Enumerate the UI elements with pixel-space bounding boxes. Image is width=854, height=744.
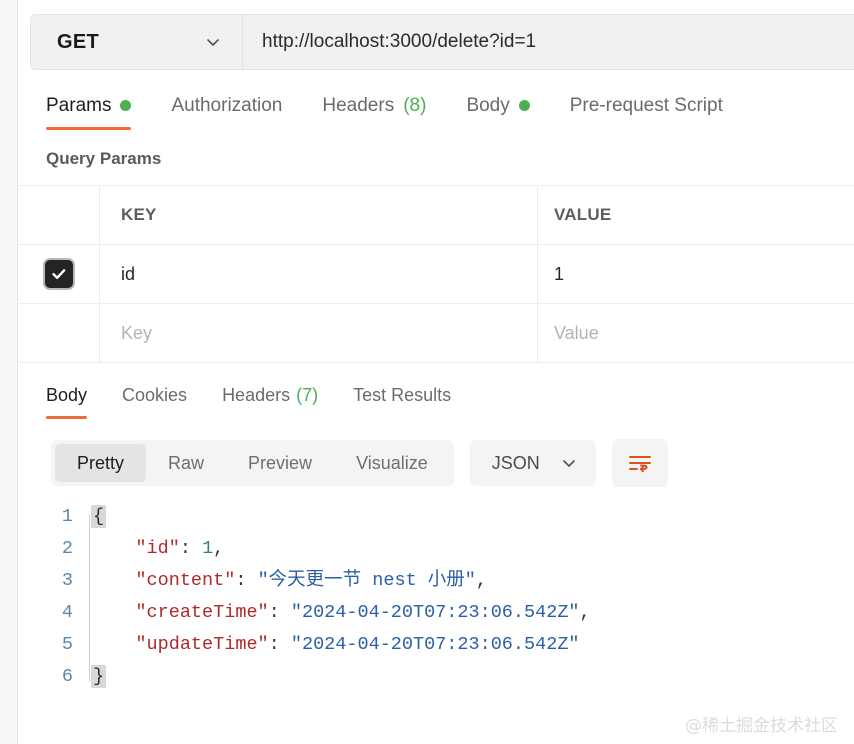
line-number: 4 bbox=[19, 597, 91, 629]
request-tabs: Params Authorization Headers (8) Body Pr… bbox=[46, 88, 854, 132]
response-format-select[interactable]: JSON bbox=[470, 440, 596, 486]
main-panel: GET http://localhost:3000/delete?id=1 Pa… bbox=[19, 0, 854, 744]
code-line: 2 "id": 1, bbox=[19, 533, 854, 565]
word-wrap-icon bbox=[627, 452, 653, 474]
response-tab-headers-label: Headers bbox=[222, 385, 290, 406]
word-wrap-button[interactable] bbox=[612, 439, 668, 487]
line-number: 5 bbox=[19, 629, 91, 661]
row-check-cell bbox=[19, 245, 100, 303]
json-colon: : bbox=[180, 538, 202, 559]
code-line: 4 "createTime": "2024-04-20T07:23:06.542… bbox=[19, 597, 854, 629]
response-tab-cookies[interactable]: Cookies bbox=[122, 379, 187, 421]
new-param-key-input[interactable]: Key bbox=[100, 304, 538, 362]
tab-headers[interactable]: Headers (8) bbox=[322, 88, 426, 132]
close-brace: } bbox=[91, 665, 106, 688]
json-colon: : bbox=[235, 570, 257, 591]
response-tab-headers[interactable]: Headers (7) bbox=[222, 379, 318, 421]
response-tab-headers-count: (7) bbox=[296, 385, 318, 406]
param-enabled-checkbox[interactable] bbox=[45, 260, 73, 288]
code-line-content: { bbox=[91, 501, 854, 533]
code-line: 1 { bbox=[19, 501, 854, 533]
json-colon: : bbox=[269, 602, 291, 623]
body-modified-dot-icon bbox=[519, 100, 530, 111]
json-string-value: "2024-04-20T07:23:06.542Z" bbox=[291, 634, 580, 655]
param-value-input[interactable]: 1 bbox=[538, 245, 854, 303]
response-tabs: Body Cookies Headers (7) Test Results bbox=[46, 379, 854, 421]
tab-pre-request-script[interactable]: Pre-request Script bbox=[570, 88, 723, 132]
response-tab-test-results-label: Test Results bbox=[353, 385, 451, 406]
indent-guide bbox=[89, 515, 90, 681]
tab-params[interactable]: Params bbox=[46, 88, 131, 132]
line-number: 3 bbox=[19, 565, 91, 597]
json-key: "id" bbox=[135, 538, 179, 559]
line-number: 2 bbox=[19, 533, 91, 565]
chevron-down-icon bbox=[560, 454, 578, 472]
response-tab-test-results[interactable]: Test Results bbox=[353, 379, 451, 421]
tab-headers-count: (8) bbox=[403, 95, 426, 117]
line-number: 6 bbox=[19, 661, 91, 693]
view-mode-raw[interactable]: Raw bbox=[146, 444, 226, 482]
url-bar: GET http://localhost:3000/delete?id=1 bbox=[30, 14, 854, 70]
response-tab-body-label: Body bbox=[46, 385, 87, 406]
code-line: 3 "content": "今天更一节 nest 小册", bbox=[19, 565, 854, 597]
left-edge-strip bbox=[0, 0, 18, 744]
response-tab-cookies-label: Cookies bbox=[122, 385, 187, 406]
query-params-title: Query Params bbox=[46, 149, 854, 169]
param-key-input[interactable]: id bbox=[100, 245, 538, 303]
json-key: "updateTime" bbox=[135, 634, 268, 655]
query-params-table: KEY VALUE id 1 Key Value bbox=[19, 185, 854, 363]
code-line-content: "updateTime": "2024-04-20T07:23:06.542Z" bbox=[91, 629, 854, 661]
json-key: "content" bbox=[135, 570, 235, 591]
params-modified-dot-icon bbox=[120, 100, 131, 111]
code-line-content: "createTime": "2024-04-20T07:23:06.542Z"… bbox=[91, 597, 854, 629]
empty-row-check-cell bbox=[19, 304, 100, 362]
json-comma: , bbox=[580, 602, 591, 623]
code-line: 5 "updateTime": "2024-04-20T07:23:06.542… bbox=[19, 629, 854, 661]
line-number: 1 bbox=[19, 501, 91, 533]
tab-pre-request-script-label: Pre-request Script bbox=[570, 95, 723, 117]
json-key: "createTime" bbox=[135, 602, 268, 623]
json-string-value: "今天更一节 nest 小册" bbox=[258, 570, 476, 591]
view-mode-visualize[interactable]: Visualize bbox=[334, 444, 450, 482]
new-param-value-input[interactable]: Value bbox=[538, 304, 854, 362]
tab-authorization-label: Authorization bbox=[171, 95, 282, 117]
check-icon bbox=[50, 265, 68, 283]
table-row-empty: Key Value bbox=[19, 304, 854, 362]
response-format-label: JSON bbox=[492, 453, 540, 474]
tab-authorization[interactable]: Authorization bbox=[171, 88, 282, 132]
json-string-value: "2024-04-20T07:23:06.542Z" bbox=[291, 602, 580, 623]
json-comma: , bbox=[476, 570, 487, 591]
http-method-label: GET bbox=[57, 31, 99, 54]
tab-headers-label: Headers bbox=[322, 95, 394, 117]
json-number-value: 1 bbox=[202, 538, 213, 559]
header-cell-check bbox=[19, 186, 100, 244]
response-viewer-toolbar: Pretty Raw Preview Visualize JSON bbox=[51, 439, 854, 487]
view-mode-segmented-control: Pretty Raw Preview Visualize bbox=[51, 440, 454, 486]
watermark: @稀土掘金技术社区 bbox=[685, 711, 838, 736]
http-method-select[interactable]: GET bbox=[31, 15, 243, 69]
url-input[interactable]: http://localhost:3000/delete?id=1 bbox=[243, 15, 854, 69]
code-line-content: } bbox=[91, 661, 854, 693]
table-row: id 1 bbox=[19, 245, 854, 304]
header-cell-key: KEY bbox=[100, 186, 538, 244]
header-cell-value: VALUE bbox=[538, 186, 854, 244]
code-line: 6 } bbox=[19, 661, 854, 693]
code-line-content: "content": "今天更一节 nest 小册", bbox=[91, 565, 854, 597]
tab-params-label: Params bbox=[46, 95, 111, 117]
table-header-row: KEY VALUE bbox=[19, 186, 854, 245]
json-colon: : bbox=[269, 634, 291, 655]
code-line-content: "id": 1, bbox=[91, 533, 854, 565]
open-brace: { bbox=[91, 505, 106, 528]
response-tab-body[interactable]: Body bbox=[46, 379, 87, 421]
view-mode-pretty[interactable]: Pretty bbox=[55, 444, 146, 482]
tab-body[interactable]: Body bbox=[466, 88, 529, 132]
postman-request-view: GET http://localhost:3000/delete?id=1 Pa… bbox=[0, 0, 854, 744]
chevron-down-icon bbox=[204, 33, 222, 51]
tab-body-label: Body bbox=[466, 95, 509, 117]
view-mode-preview[interactable]: Preview bbox=[226, 444, 334, 482]
response-body-code[interactable]: 1 { 2 "id": 1, 3 "content": "今天更一节 nest … bbox=[19, 501, 854, 693]
json-comma: , bbox=[213, 538, 224, 559]
